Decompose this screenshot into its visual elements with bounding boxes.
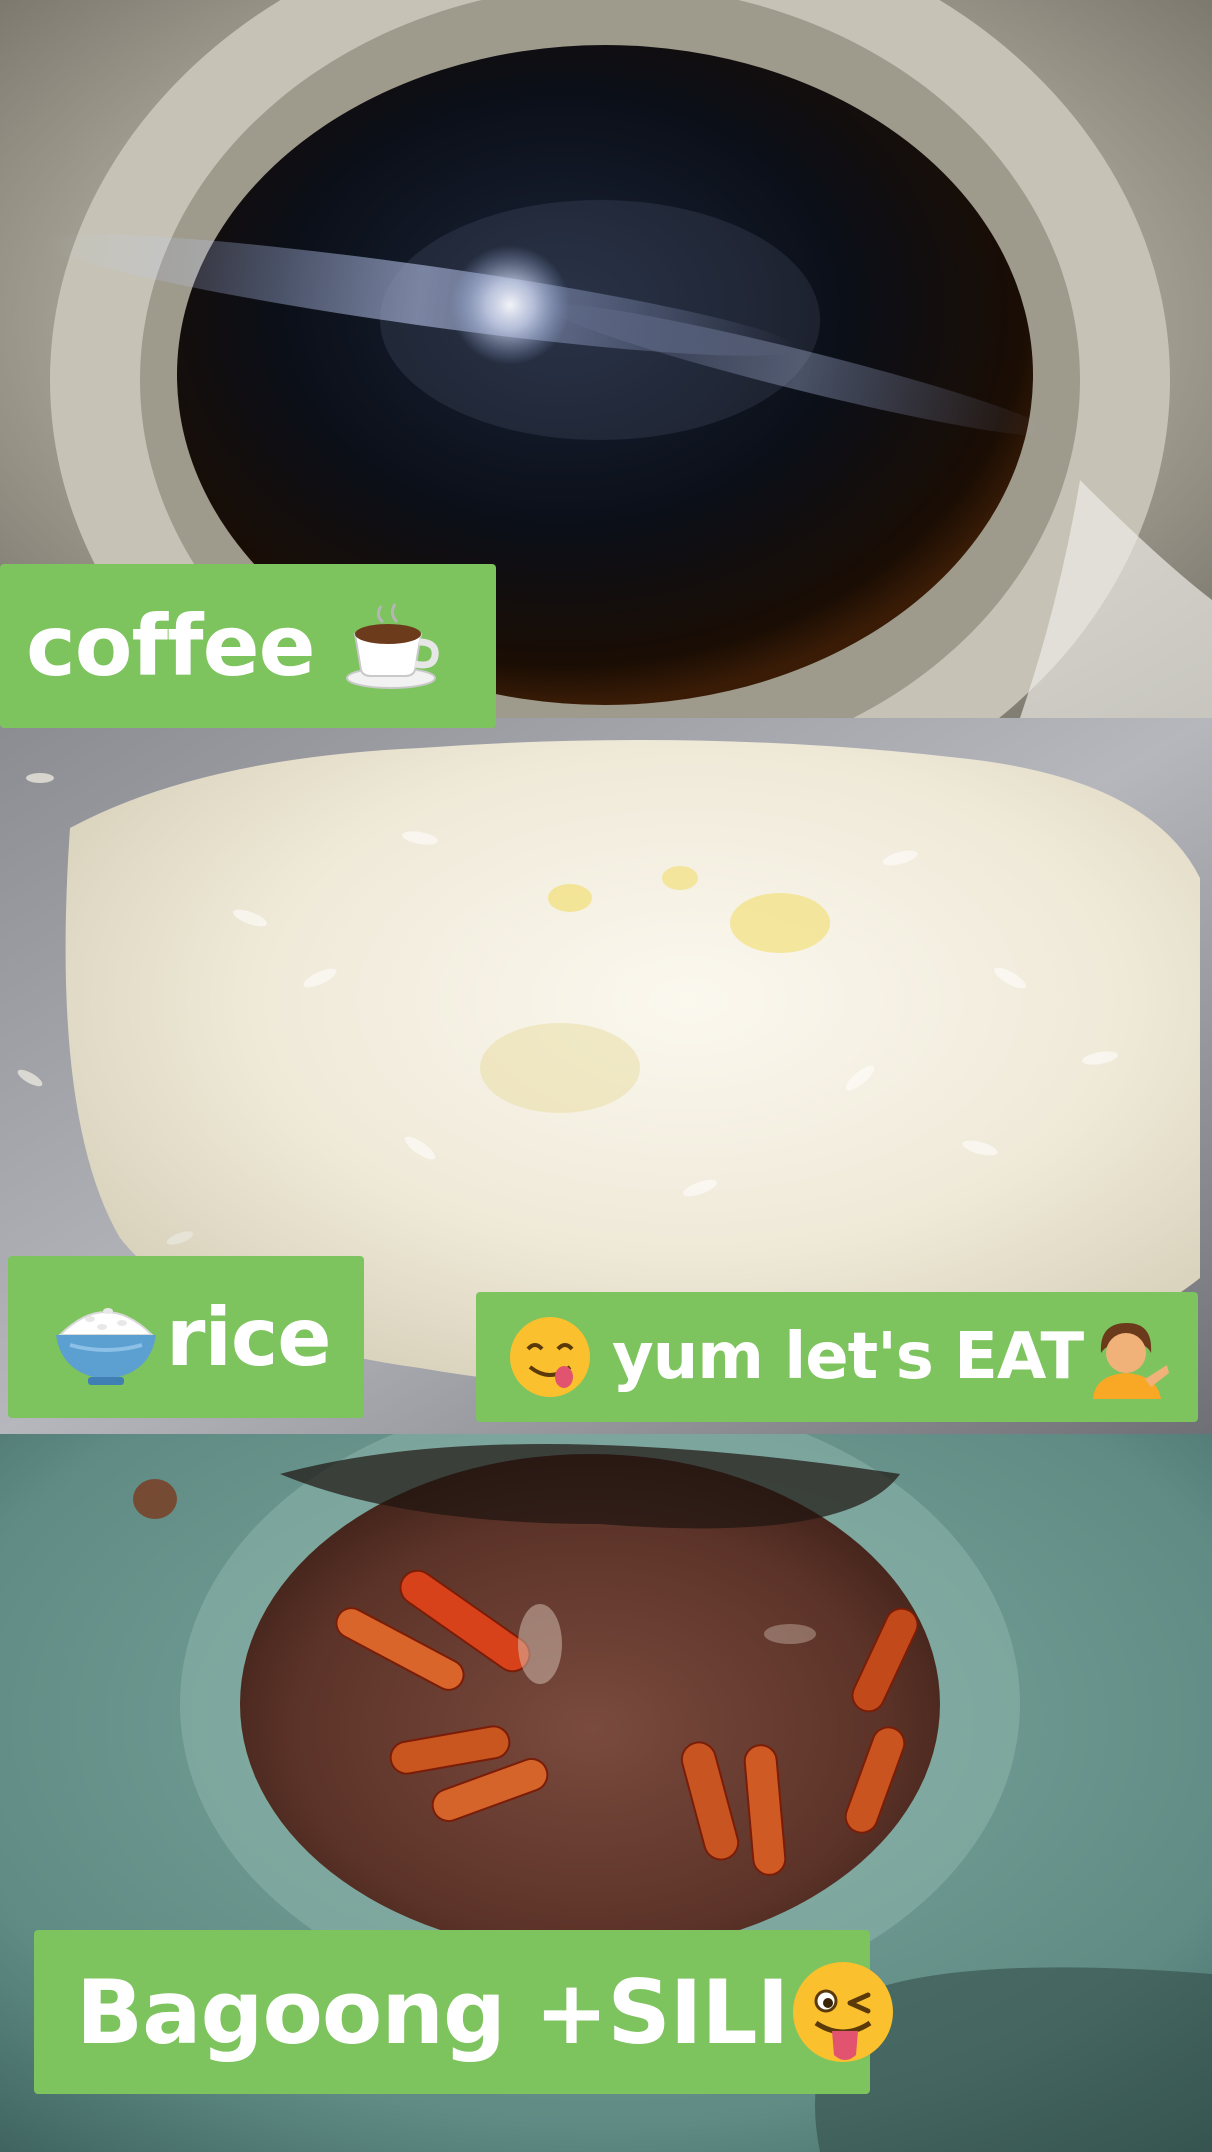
caption-yum: yum let's EAT — [476, 1292, 1198, 1422]
caption-rice-text: rice — [166, 1290, 332, 1384]
coffee-cup-icon — [341, 596, 441, 696]
caption-coffee: coffee — [0, 564, 496, 728]
video-frame: coffee rice yum let's EAT Bagoong +SILI — [0, 0, 1212, 2152]
caption-rice: rice — [8, 1256, 364, 1418]
person-tipping-hand-icon — [1083, 1313, 1171, 1401]
rice-bowl-icon — [50, 1281, 162, 1393]
caption-yum-text: yum let's EAT — [612, 1320, 1084, 1394]
caption-coffee-text: coffee — [26, 597, 316, 695]
caption-bagoong-text: Bagoong +SILI — [76, 1960, 789, 2064]
caption-bagoong: Bagoong +SILI — [34, 1930, 894, 2094]
winking-tongue-face-icon — [788, 1957, 898, 2067]
savoring-face-icon — [506, 1313, 594, 1401]
